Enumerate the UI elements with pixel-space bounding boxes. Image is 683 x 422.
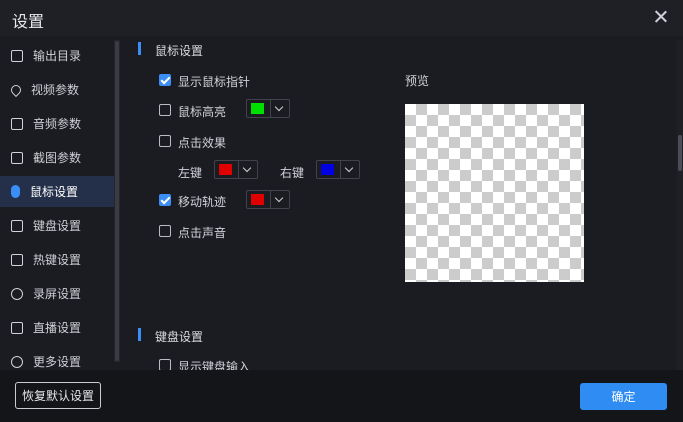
ok-button[interactable]: 确定 [580, 383, 667, 410]
mouse-icon [11, 185, 20, 198]
audio-icon [11, 117, 23, 130]
left-key-color-picker[interactable] [214, 160, 258, 179]
sidebar-item-label: 热键设置 [33, 253, 82, 267]
sidebar-item-video[interactable]: 视频参数 [0, 74, 114, 105]
sidebar-item-hotkey[interactable]: 热键设置 [0, 244, 114, 275]
sidebar-item-live[interactable]: 直播设置 [0, 312, 114, 343]
track-checkbox[interactable] [159, 194, 171, 206]
sidebar: 输出目录 视频参数 音频参数 截图参数 鼠标设置 键盘设置 热键设置 录屏设置 … [0, 38, 114, 370]
title-bar: 设置 [0, 0, 683, 36]
chevron-down-icon [344, 163, 354, 173]
live-icon [11, 321, 23, 334]
settings-content: 鼠标设置 显示鼠标指针 鼠标高亮 点击效果 左键 右键 移动轨迹 点击声音 预览… [122, 38, 675, 374]
location-icon [8, 82, 24, 97]
right-key-label: 右键 [280, 166, 305, 180]
show-cursor-label: 显示鼠标指针 [178, 75, 251, 89]
content-scrollbar[interactable] [677, 40, 683, 370]
click-effect-checkbox[interactable] [159, 135, 171, 147]
click-sound-label: 点击声音 [178, 226, 227, 240]
close-icon[interactable] [653, 9, 669, 25]
highlight-checkbox[interactable] [159, 104, 171, 116]
sidebar-item-record[interactable]: 录屏设置 [0, 278, 114, 309]
chevron-down-icon [274, 102, 284, 112]
sidebar-item-label: 截图参数 [33, 151, 82, 165]
folder-icon [11, 49, 23, 62]
footer: 恢复默认设置 确定 [0, 370, 683, 422]
track-color-swatch [251, 194, 264, 205]
mouse-section-title: 鼠标设置 [155, 44, 204, 58]
sidebar-item-label: 音频参数 [33, 117, 82, 131]
sidebar-item-label: 直播设置 [33, 321, 82, 335]
chevron-down-icon [274, 193, 284, 203]
sidebar-item-label: 鼠标设置 [30, 185, 79, 199]
highlight-color-picker[interactable] [246, 99, 290, 118]
show-cursor-checkbox[interactable] [159, 74, 171, 86]
sidebar-item-mouse[interactable]: 鼠标设置 [0, 176, 114, 207]
more-settings-icon [11, 355, 23, 368]
hotkey-icon [11, 253, 23, 266]
sidebar-item-label: 视频参数 [31, 83, 80, 97]
preview-label: 预览 [405, 74, 430, 88]
chevron-down-icon [242, 163, 252, 173]
highlight-label: 鼠标高亮 [178, 105, 227, 119]
highlight-color-swatch [251, 103, 264, 114]
keyboard-icon [11, 219, 23, 232]
window-title: 设置 [12, 14, 45, 31]
screenshot-icon [11, 151, 23, 164]
section-marker [138, 42, 141, 55]
click-effect-label: 点击效果 [178, 136, 227, 150]
sidebar-item-output-dir[interactable]: 输出目录 [0, 40, 114, 71]
sidebar-item-keyboard[interactable]: 键盘设置 [0, 210, 114, 241]
reset-defaults-button[interactable]: 恢复默认设置 [15, 382, 101, 409]
keyboard-section-title: 键盘设置 [155, 330, 204, 344]
left-key-color-swatch [219, 164, 232, 175]
section-marker [138, 328, 141, 341]
content-scrollbar-thumb[interactable] [678, 135, 682, 171]
sidebar-item-label: 录屏设置 [33, 287, 82, 301]
sidebar-item-label: 键盘设置 [33, 219, 82, 233]
track-label: 移动轨迹 [178, 195, 227, 209]
right-key-color-swatch [321, 164, 334, 175]
right-key-color-picker[interactable] [316, 160, 360, 179]
left-key-label: 左键 [178, 166, 203, 180]
sidebar-item-screenshot[interactable]: 截图参数 [0, 142, 114, 173]
sidebar-item-label: 输出目录 [33, 49, 82, 63]
track-color-picker[interactable] [246, 190, 290, 209]
click-sound-checkbox[interactable] [159, 225, 171, 237]
sidebar-item-label: 更多设置 [33, 355, 82, 369]
preview-area [405, 104, 584, 282]
record-icon [11, 287, 23, 300]
sidebar-scrollbar-thumb[interactable] [115, 41, 119, 361]
sidebar-item-audio[interactable]: 音频参数 [0, 108, 114, 139]
